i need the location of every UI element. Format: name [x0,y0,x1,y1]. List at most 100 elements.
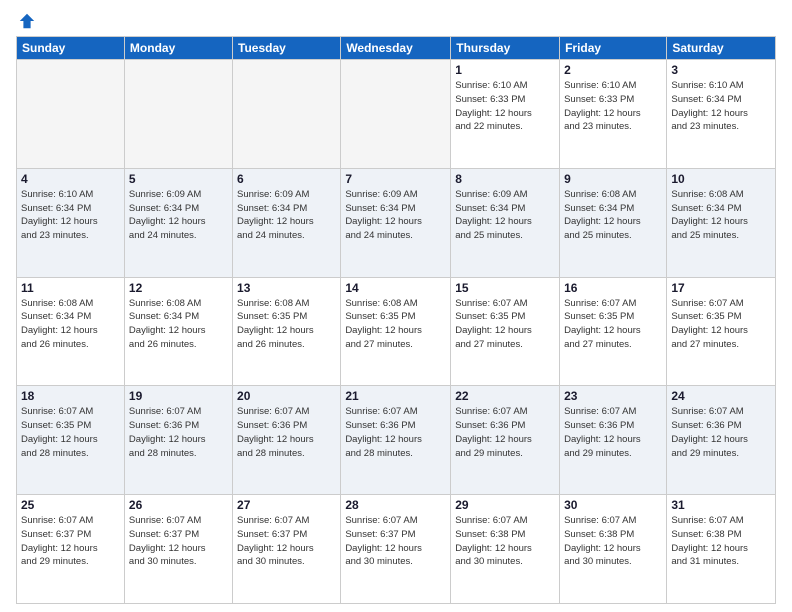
calendar-cell: 7 Sunrise: 6:09 AMSunset: 6:34 PMDaylight… [341,168,451,277]
day-header-friday: Friday [560,37,667,60]
day-number: 31 [671,498,771,512]
day-info: Sunrise: 6:07 AMSunset: 6:35 PMDaylight:… [671,297,771,352]
day-info: Sunrise: 6:07 AMSunset: 6:38 PMDaylight:… [564,514,662,569]
day-info: Sunrise: 6:07 AMSunset: 6:38 PMDaylight:… [671,514,771,569]
day-header-monday: Monday [124,37,232,60]
day-header-thursday: Thursday [451,37,560,60]
day-info: Sunrise: 6:09 AMSunset: 6:34 PMDaylight:… [455,188,555,243]
day-info: Sunrise: 6:08 AMSunset: 6:34 PMDaylight:… [21,297,120,352]
calendar-cell [124,60,232,169]
calendar-cell: 2 Sunrise: 6:10 AMSunset: 6:33 PMDaylight… [560,60,667,169]
calendar-cell: 11 Sunrise: 6:08 AMSunset: 6:34 PMDayligh… [17,277,125,386]
day-number: 27 [237,498,336,512]
day-number: 11 [21,281,120,295]
calendar-cell: 5Sunrise: 6:09 AMSunset: 6:34 PMDaylight… [124,168,232,277]
week-row-4: 25 Sunrise: 6:07 AMSunset: 6:37 PMDayligh… [17,495,776,604]
day-number: 28 [345,498,446,512]
day-number: 20 [237,389,336,403]
calendar-cell: 27 Sunrise: 6:07 AMSunset: 6:37 PMDayligh… [233,495,341,604]
days-header-row: SundayMondayTuesdayWednesdayThursdayFrid… [17,37,776,60]
calendar-cell: 23 Sunrise: 6:07 AMSunset: 6:36 PMDayligh… [560,386,667,495]
day-info: Sunrise: 6:07 AMSunset: 6:37 PMDaylight:… [129,514,228,569]
day-number: 3 [671,63,771,77]
week-row-1: 4Sunrise: 6:10 AMSunset: 6:34 PMDaylight… [17,168,776,277]
calendar-cell: 28 Sunrise: 6:07 AMSunset: 6:37 PMDayligh… [341,495,451,604]
calendar-cell: 4Sunrise: 6:10 AMSunset: 6:34 PMDaylight… [17,168,125,277]
calendar-cell: 19 Sunrise: 6:07 AMSunset: 6:36 PMDayligh… [124,386,232,495]
day-info: Sunrise: 6:07 AMSunset: 6:37 PMDaylight:… [21,514,120,569]
day-number: 2 [564,63,662,77]
calendar-cell: 14 Sunrise: 6:08 AMSunset: 6:35 PMDayligh… [341,277,451,386]
calendar-cell: 21Sunrise: 6:07 AMSunset: 6:36 PMDayligh… [341,386,451,495]
calendar-cell [17,60,125,169]
calendar-cell: 24 Sunrise: 6:07 AMSunset: 6:36 PMDayligh… [667,386,776,495]
calendar-cell: 29Sunrise: 6:07 AMSunset: 6:38 PMDayligh… [451,495,560,604]
day-number: 8 [455,172,555,186]
day-info: Sunrise: 6:07 AMSunset: 6:36 PMDaylight:… [671,405,771,460]
day-info: Sunrise: 6:10 AMSunset: 6:33 PMDaylight:… [455,79,555,134]
day-info: Sunrise: 6:08 AMSunset: 6:34 PMDaylight:… [671,188,771,243]
day-info: Sunrise: 6:10 AMSunset: 6:33 PMDaylight:… [564,79,662,134]
calendar-cell: 1 Sunrise: 6:10 AMSunset: 6:33 PMDaylight… [451,60,560,169]
day-number: 17 [671,281,771,295]
calendar-cell: 25 Sunrise: 6:07 AMSunset: 6:37 PMDayligh… [17,495,125,604]
day-info: Sunrise: 6:07 AMSunset: 6:36 PMDaylight:… [237,405,336,460]
calendar-cell: 6Sunrise: 6:09 AMSunset: 6:34 PMDaylight… [233,168,341,277]
calendar-cell: 31 Sunrise: 6:07 AMSunset: 6:38 PMDayligh… [667,495,776,604]
calendar-cell: 15 Sunrise: 6:07 AMSunset: 6:35 PMDayligh… [451,277,560,386]
calendar-table: SundayMondayTuesdayWednesdayThursdayFrid… [16,36,776,604]
day-number: 1 [455,63,555,77]
calendar-cell [341,60,451,169]
logo [16,12,36,30]
day-header-wednesday: Wednesday [341,37,451,60]
day-info: Sunrise: 6:08 AMSunset: 6:34 PMDaylight:… [129,297,228,352]
day-number: 19 [129,389,228,403]
day-info: Sunrise: 6:07 AMSunset: 6:36 PMDaylight:… [129,405,228,460]
calendar-cell: 18 Sunrise: 6:07 AMSunset: 6:35 PMDayligh… [17,386,125,495]
day-number: 25 [21,498,120,512]
day-info: Sunrise: 6:07 AMSunset: 6:38 PMDaylight:… [455,514,555,569]
calendar-cell: 16Sunrise: 6:07 AMSunset: 6:35 PMDayligh… [560,277,667,386]
page: SundayMondayTuesdayWednesdayThursdayFrid… [0,0,792,612]
calendar-cell: 12 Sunrise: 6:08 AMSunset: 6:34 PMDayligh… [124,277,232,386]
header [16,12,776,30]
day-number: 4 [21,172,120,186]
day-header-tuesday: Tuesday [233,37,341,60]
day-number: 23 [564,389,662,403]
day-number: 12 [129,281,228,295]
calendar-cell: 3 Sunrise: 6:10 AMSunset: 6:34 PMDaylight… [667,60,776,169]
week-row-2: 11 Sunrise: 6:08 AMSunset: 6:34 PMDayligh… [17,277,776,386]
day-info: Sunrise: 6:07 AMSunset: 6:37 PMDaylight:… [345,514,446,569]
day-number: 13 [237,281,336,295]
day-number: 6 [237,172,336,186]
calendar-cell: 20 Sunrise: 6:07 AMSunset: 6:36 PMDayligh… [233,386,341,495]
day-info: Sunrise: 6:10 AMSunset: 6:34 PMDaylight:… [671,79,771,134]
calendar-cell [233,60,341,169]
calendar-cell: 13 Sunrise: 6:08 AMSunset: 6:35 PMDayligh… [233,277,341,386]
day-number: 18 [21,389,120,403]
calendar-cell: 26 Sunrise: 6:07 AMSunset: 6:37 PMDayligh… [124,495,232,604]
day-number: 24 [671,389,771,403]
day-number: 26 [129,498,228,512]
day-info: Sunrise: 6:07 AMSunset: 6:35 PMDaylight:… [21,405,120,460]
week-row-3: 18 Sunrise: 6:07 AMSunset: 6:35 PMDayligh… [17,386,776,495]
day-info: Sunrise: 6:07 AMSunset: 6:36 PMDaylight:… [564,405,662,460]
day-number: 14 [345,281,446,295]
week-row-0: 1 Sunrise: 6:10 AMSunset: 6:33 PMDaylight… [17,60,776,169]
calendar-cell: 10Sunrise: 6:08 AMSunset: 6:34 PMDayligh… [667,168,776,277]
day-number: 15 [455,281,555,295]
logo-icon [18,12,36,30]
day-header-saturday: Saturday [667,37,776,60]
day-info: Sunrise: 6:08 AMSunset: 6:34 PMDaylight:… [564,188,662,243]
day-info: Sunrise: 6:09 AMSunset: 6:34 PMDaylight:… [345,188,446,243]
day-info: Sunrise: 6:07 AMSunset: 6:36 PMDaylight:… [455,405,555,460]
day-info: Sunrise: 6:07 AMSunset: 6:37 PMDaylight:… [237,514,336,569]
day-info: Sunrise: 6:08 AMSunset: 6:35 PMDaylight:… [237,297,336,352]
calendar-cell: 9 Sunrise: 6:08 AMSunset: 6:34 PMDaylight… [560,168,667,277]
day-number: 7 [345,172,446,186]
calendar-cell: 30Sunrise: 6:07 AMSunset: 6:38 PMDayligh… [560,495,667,604]
day-info: Sunrise: 6:08 AMSunset: 6:35 PMDaylight:… [345,297,446,352]
day-info: Sunrise: 6:07 AMSunset: 6:35 PMDaylight:… [455,297,555,352]
day-number: 9 [564,172,662,186]
day-number: 22 [455,389,555,403]
